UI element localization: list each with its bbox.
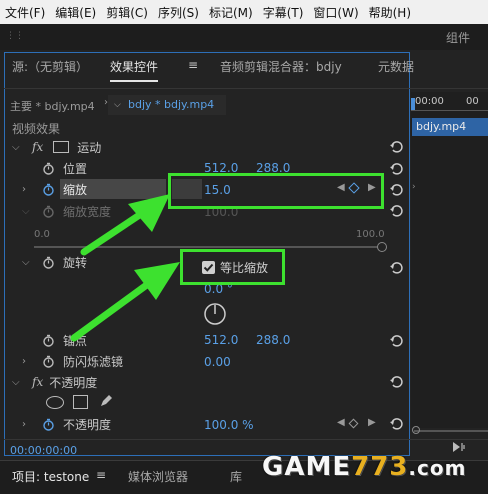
slider-max-label: 100.0 (356, 229, 385, 240)
opacity-value-label: 不透明度 (63, 417, 112, 432)
position-label: 位置 (63, 161, 88, 176)
expand-icon[interactable]: › (22, 419, 36, 430)
slider-handle[interactable] (377, 242, 387, 252)
anti-flicker-value[interactable]: 0.00 (204, 355, 231, 369)
tab-library[interactable]: 库 (230, 468, 242, 485)
anchor-label: 锚点 (63, 333, 88, 348)
rotation-dial-icon[interactable] (203, 302, 227, 326)
menu-clip[interactable]: 剪辑(C) (101, 4, 153, 21)
workspace-components[interactable]: 组件 (446, 29, 470, 46)
menu-sequence[interactable]: 序列(S) (153, 4, 204, 21)
reset-icon[interactable] (389, 417, 403, 431)
section-video-effects: 视频效果 (12, 122, 61, 136)
tab-source[interactable]: 源:（无剪辑） (12, 58, 88, 78)
anti-flicker-label: 防闪烁滤镜 (63, 354, 124, 369)
divider (4, 439, 488, 440)
tab-effect-controls[interactable]: 效果控件 (110, 58, 159, 82)
stopwatch-icon[interactable] (42, 162, 55, 175)
stopwatch-icon[interactable] (42, 355, 55, 368)
motion-row: ⌵ fx 运动 (8, 137, 408, 157)
anchor-x-value[interactable]: 512.0 (204, 333, 238, 347)
timeline-zoom-bar[interactable] (414, 430, 488, 432)
chevron-down-icon[interactable]: ⌵ (114, 100, 121, 110)
grip-icon: ⋮⋮ (6, 31, 24, 41)
menu-bar: 文件(F) 编辑(E) 剪辑(C) 序列(S) 标记(M) 字幕(T) 窗口(W… (0, 0, 488, 24)
opacity-label: 不透明度 (49, 375, 98, 390)
opacity-value[interactable]: 100.0 % (204, 418, 254, 432)
stopwatch-active-icon[interactable] (42, 418, 55, 431)
ruler-line (411, 110, 488, 111)
timecode-ruler-next: 00 (466, 96, 479, 107)
menu-window[interactable]: 窗口(W) (308, 4, 363, 21)
motion-label: 运动 (77, 140, 102, 155)
collapse-icon[interactable]: ⌵ (22, 257, 36, 268)
panel-tabs: 源:（无剪辑） 效果控件 (12, 58, 180, 82)
tab-metadata[interactable]: 元数据 (378, 58, 414, 75)
scale-label: 缩放 (63, 182, 88, 197)
menu-title[interactable]: 字幕(T) (258, 4, 309, 21)
rectangle-mask-icon[interactable] (73, 395, 88, 409)
tab-audio-clip-mixer[interactable]: 音频剪辑混合器：bdjy (220, 58, 342, 75)
highlight-scale-box (168, 173, 384, 209)
next-keyframe-icon[interactable]: ▶ (368, 417, 376, 428)
highlight-uniform-scale-box (180, 249, 285, 285)
collapse-icon[interactable]: ⌵ (12, 142, 26, 153)
zoom-handle[interactable] (412, 426, 420, 434)
chevron-right-icon: › (412, 182, 416, 192)
timecode-display[interactable]: 00:00:00:00 (10, 444, 77, 457)
menu-help[interactable]: 帮助(H) (364, 4, 416, 21)
transform-icon[interactable] (53, 141, 70, 153)
reset-icon[interactable] (389, 334, 403, 348)
watermark-main: GAME (262, 452, 352, 482)
reset-icon[interactable] (389, 183, 403, 197)
fx-icon[interactable]: fx (32, 375, 43, 389)
stopwatch-icon[interactable] (42, 256, 55, 269)
pen-mask-icon[interactable] (98, 393, 114, 409)
panel-menu-icon[interactable]: ≡ (188, 58, 198, 72)
watermark-logo: GAME773.com (262, 452, 466, 482)
collapse-icon[interactable]: ⌵ (12, 377, 26, 388)
watermark-tld: .com (408, 456, 467, 480)
tab-media-browser[interactable]: 媒体浏览器 (128, 468, 188, 485)
sequence-clip-label[interactable]: bdjy * bdjy.mp4 (128, 98, 214, 111)
reset-icon[interactable] (389, 140, 403, 154)
rotation-label: 旋转 (63, 255, 88, 270)
fx-icon[interactable]: fx (32, 140, 43, 154)
divider (4, 88, 488, 89)
opacity-row: ⌵ fx 不透明度 (8, 372, 408, 392)
timecode-ruler-start: 00:00 (415, 96, 444, 107)
prev-keyframe-icon[interactable]: ◀ (337, 417, 345, 428)
expand-icon[interactable]: › (22, 184, 36, 195)
scale-width-label: 缩放宽度 (63, 204, 112, 219)
stopwatch-active-icon[interactable] (42, 183, 55, 196)
stopwatch-icon[interactable] (42, 334, 55, 347)
expand-icon[interactable]: › (22, 356, 36, 367)
slider-min-label: 0.0 (34, 229, 50, 240)
master-clip-label[interactable]: 主要 * bdjy.mp4 (10, 98, 95, 114)
ellipse-mask-icon[interactable] (46, 396, 64, 409)
anchor-y-value[interactable]: 288.0 (256, 333, 290, 347)
menu-file[interactable]: 文件(F) (0, 4, 50, 21)
tab-project[interactable]: 项目: testone (12, 468, 89, 485)
timeline-clip[interactable]: bdjy.mp4 (412, 118, 488, 136)
reset-icon[interactable] (389, 162, 403, 176)
reset-icon[interactable] (389, 375, 403, 389)
reset-icon[interactable] (389, 204, 403, 218)
menu-edit[interactable]: 编辑(E) (50, 4, 101, 21)
watermark-sub: 773 (351, 452, 409, 482)
workspace-bar: ⋮⋮ 组件 (0, 24, 488, 50)
stopwatch-icon[interactable] (42, 205, 55, 218)
effect-timeline (411, 92, 488, 428)
collapse-icon[interactable]: ⌵ (22, 206, 36, 217)
menu-marker[interactable]: 标记(M) (204, 4, 258, 21)
panel-menu-icon[interactable]: ≡ (96, 468, 106, 482)
scale-width-slider[interactable] (34, 246, 380, 248)
